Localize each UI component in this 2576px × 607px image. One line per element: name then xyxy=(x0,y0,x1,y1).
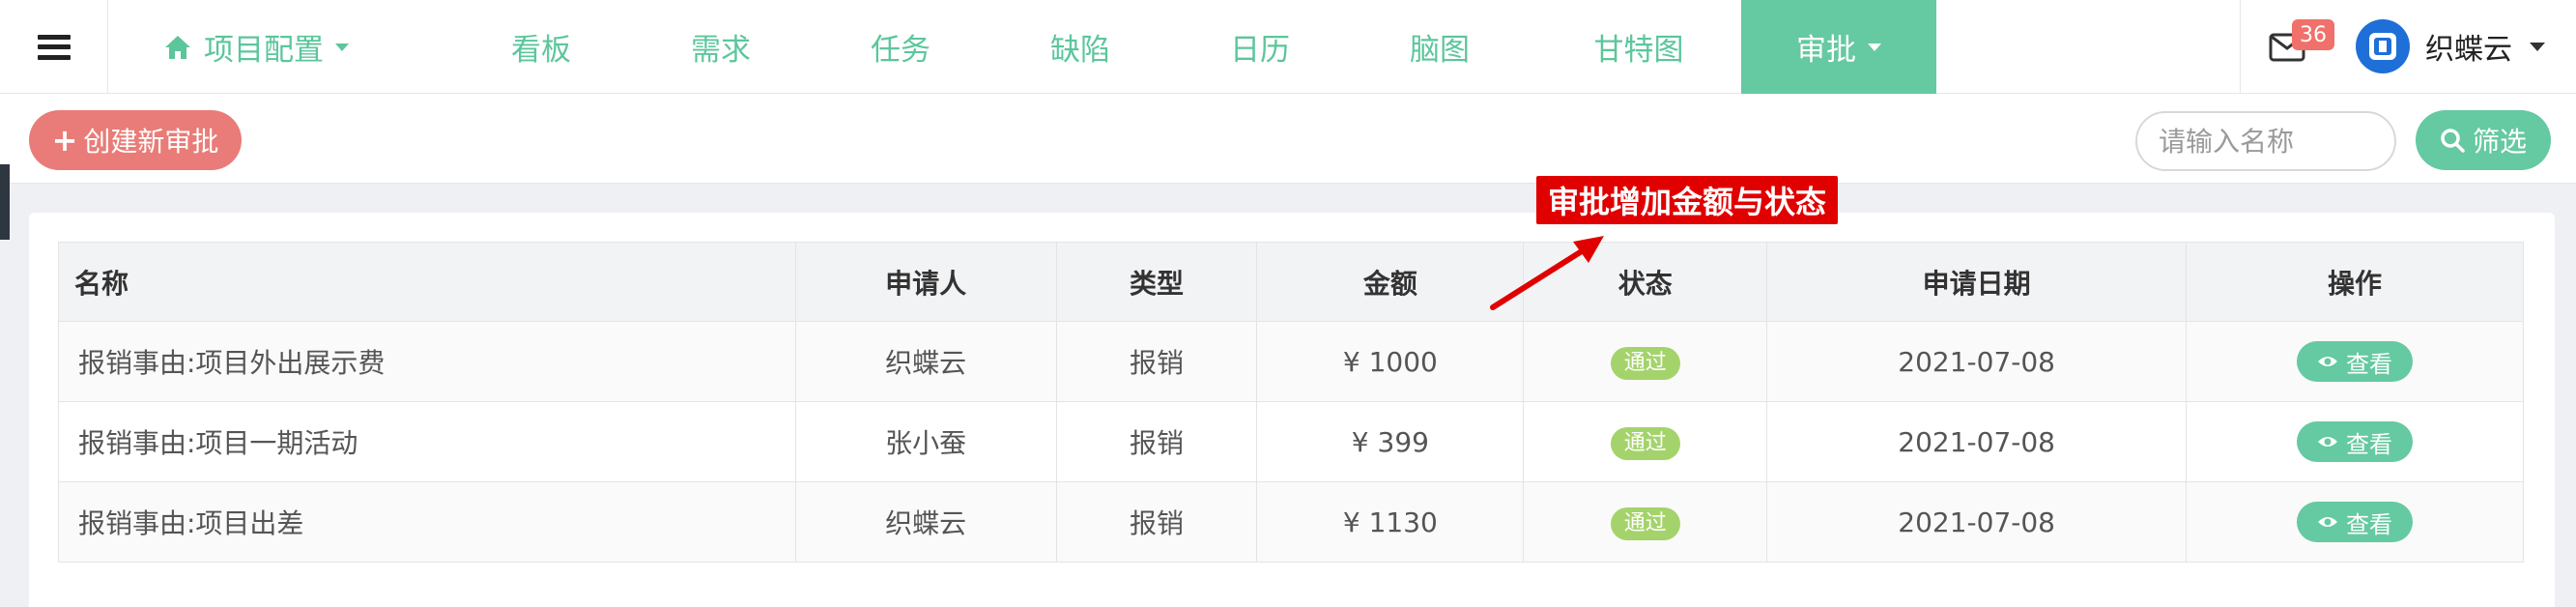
sidebar-handle[interactable] xyxy=(0,164,10,240)
avatar[interactable] xyxy=(2356,19,2410,73)
view-button[interactable]: 查看 xyxy=(2297,421,2414,462)
nav-item-approval[interactable]: 审批 xyxy=(1741,0,1936,94)
approval-table: 名称 申请人 类型 金额 状态 申请日期 操作 报销事由:项目外出展示费 织蝶云… xyxy=(58,242,2524,563)
menu-toggle-button[interactable] xyxy=(0,0,108,94)
cell-name: 报销事由:项目一期活动 xyxy=(58,401,796,482)
column-header-applicant: 申请人 xyxy=(794,242,1057,322)
nav-item-requirements[interactable]: 需求 xyxy=(663,0,779,94)
hamburger-icon xyxy=(37,34,71,60)
cell-action: 查看 xyxy=(2186,401,2524,482)
notification-button[interactable]: 36 xyxy=(2263,19,2360,77)
cell-applicant: 张小蚕 xyxy=(794,401,1057,482)
cell-status: 通过 xyxy=(1523,481,1768,563)
column-header-type: 类型 xyxy=(1055,242,1258,322)
view-button[interactable]: 查看 xyxy=(2297,502,2414,542)
eye-icon xyxy=(2318,357,2338,366)
eye-icon xyxy=(2318,437,2338,447)
status-badge: 通过 xyxy=(1610,346,1680,380)
user-logo-icon xyxy=(2369,33,2396,60)
cell-date: 2021-07-08 xyxy=(1766,321,2188,402)
cell-status: 通过 xyxy=(1523,321,1768,402)
cell-type: 报销 xyxy=(1055,401,1258,482)
nav-item-tasks[interactable]: 任务 xyxy=(843,0,959,94)
chevron-down-icon xyxy=(335,43,349,51)
view-button[interactable]: 查看 xyxy=(2297,341,2414,382)
nav-item-defects[interactable]: 缺陷 xyxy=(1022,0,1138,94)
column-header-name: 名称 xyxy=(58,242,796,322)
cell-name: 报销事由:项目外出展示费 xyxy=(58,321,796,402)
column-header-action: 操作 xyxy=(2186,242,2524,322)
search-input[interactable] xyxy=(2135,111,2396,171)
create-approval-button[interactable]: + 创建新审批 xyxy=(29,110,242,170)
cell-amount: ¥ 1130 xyxy=(1256,481,1525,563)
table-row: 报销事由:项目一期活动 张小蚕 报销 ¥ 399 通过 2021-07-08 查… xyxy=(58,401,2524,482)
status-badge: 通过 xyxy=(1610,506,1680,540)
notification-count-badge: 36 xyxy=(2292,19,2334,50)
cell-type: 报销 xyxy=(1055,321,1258,402)
cell-date: 2021-07-08 xyxy=(1766,401,2188,482)
eye-icon xyxy=(2318,517,2338,527)
cell-action: 查看 xyxy=(2186,481,2524,563)
plus-icon: + xyxy=(51,122,78,159)
filter-button[interactable]: 筛选 xyxy=(2416,110,2551,170)
table-row: 报销事由:项目外出展示费 织蝶云 报销 ¥ 1000 通过 2021-07-08… xyxy=(58,321,2524,402)
cell-date: 2021-07-08 xyxy=(1766,481,2188,563)
cell-amount: ¥ 1000 xyxy=(1256,321,1525,402)
chevron-down-icon xyxy=(2530,42,2545,51)
top-navbar: 项目配置 看板 需求 任务 缺陷 日历 脑图 甘特图 审批 36 织蝶云 xyxy=(0,0,2576,94)
toolbar: + 创建新审批 筛选 xyxy=(0,94,2576,184)
cell-applicant: 织蝶云 xyxy=(794,481,1057,563)
annotation-label: 审批增加金额与状态 xyxy=(1536,176,1839,224)
cell-name: 报销事由:项目出差 xyxy=(58,481,796,563)
approval-list-card: 名称 申请人 类型 金额 状态 申请日期 操作 报销事由:项目外出展示费 织蝶云… xyxy=(29,213,2555,607)
column-header-amount: 金额 xyxy=(1256,242,1525,322)
nav-item-mindmap[interactable]: 脑图 xyxy=(1382,0,1498,94)
cell-amount: ¥ 399 xyxy=(1256,401,1525,482)
nav-item-gantt[interactable]: 甘特图 xyxy=(1561,0,1716,94)
status-badge: 通过 xyxy=(1610,426,1680,460)
nav-divider xyxy=(2240,0,2241,94)
cell-type: 报销 xyxy=(1055,481,1258,563)
cell-status: 通过 xyxy=(1523,401,1768,482)
cell-action: 查看 xyxy=(2186,321,2524,402)
cell-applicant: 织蝶云 xyxy=(794,321,1057,402)
table-row: 报销事由:项目出差 织蝶云 报销 ¥ 1130 通过 2021-07-08 查看 xyxy=(58,481,2524,563)
user-menu[interactable]: 织蝶云 xyxy=(2425,25,2545,68)
column-header-date: 申请日期 xyxy=(1766,242,2188,322)
column-header-status: 状态 xyxy=(1523,242,1768,322)
nav-item-calendar[interactable]: 日历 xyxy=(1202,0,1318,94)
nav-item-kanban[interactable]: 看板 xyxy=(483,0,599,94)
chevron-down-icon xyxy=(1868,43,1881,51)
home-icon xyxy=(165,35,190,59)
nav-item-project-config[interactable]: 项目配置 xyxy=(145,0,367,94)
search-icon xyxy=(2441,129,2465,153)
table-header-row: 名称 申请人 类型 金额 状态 申请日期 操作 xyxy=(58,242,2524,322)
